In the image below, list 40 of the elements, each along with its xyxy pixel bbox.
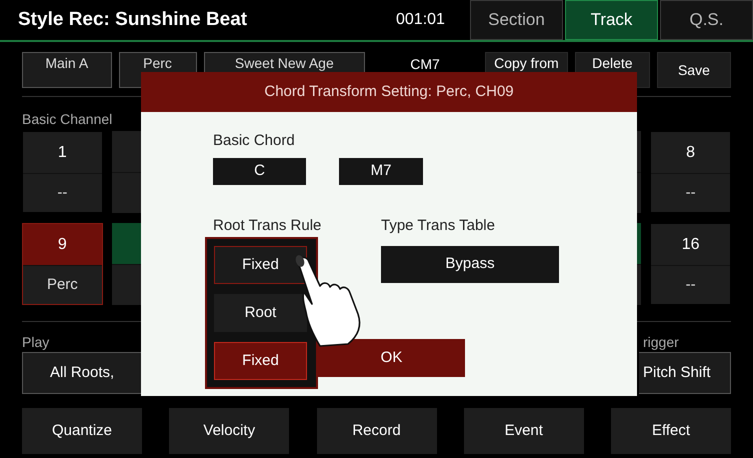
function-button[interactable]: Effect bbox=[611, 408, 731, 454]
screen-title: Style Rec: Sunshine Beat bbox=[18, 8, 248, 32]
section-label: Basic Channel bbox=[21, 110, 114, 127]
tab[interactable]: Q.S. bbox=[660, 0, 753, 40]
field-label: Root Trans Rule bbox=[213, 216, 322, 233]
dropdown-option[interactable]: Fixed bbox=[214, 342, 307, 380]
channel-number: 16 bbox=[651, 224, 730, 265]
channel-name: -- bbox=[23, 173, 102, 212]
tab[interactable]: Section bbox=[470, 0, 563, 40]
channel-cell[interactable]: 9 Perc bbox=[22, 223, 103, 305]
dropdown-current[interactable]: Fixed bbox=[214, 246, 307, 284]
function-button[interactable]: Velocity bbox=[169, 408, 290, 454]
tab[interactable]: Track bbox=[565, 0, 658, 40]
field-label: Basic Chord bbox=[213, 131, 296, 148]
channel-name: -- bbox=[651, 265, 730, 304]
channel-cell[interactable]: 8 -- bbox=[650, 131, 731, 213]
channel-cell[interactable]: 1 -- bbox=[22, 131, 103, 213]
trigger-selector[interactable]: Pitch Shift bbox=[639, 352, 731, 394]
channel-name: -- bbox=[651, 173, 730, 212]
channel-cell[interactable]: 16 -- bbox=[650, 223, 731, 305]
toolbar-button[interactable]: Save bbox=[656, 52, 731, 88]
function-button[interactable]: Event bbox=[464, 408, 584, 454]
chord-label: CM7 bbox=[409, 55, 441, 74]
position-counter: 001:01 bbox=[396, 10, 446, 30]
function-button[interactable]: Record bbox=[316, 408, 436, 454]
channel-number: 8 bbox=[651, 132, 730, 173]
table-selector[interactable]: Bypass bbox=[381, 246, 559, 283]
dropdown-option[interactable]: Root bbox=[214, 294, 307, 332]
channel-name: Perc bbox=[23, 265, 102, 304]
channel-number: 1 bbox=[23, 132, 102, 173]
chord-selector[interactable]: M7 bbox=[339, 158, 423, 185]
toolbar-button[interactable]: Main A bbox=[22, 52, 112, 88]
field-label: Play bbox=[22, 333, 50, 352]
ok-button[interactable]: OK bbox=[318, 339, 465, 377]
dialog-title: Chord Transform Setting: Perc, CH09 bbox=[141, 72, 637, 112]
field-label: Type Trans Table bbox=[381, 216, 496, 233]
channel-number: 9 bbox=[23, 224, 102, 265]
field-label: rigger bbox=[642, 333, 680, 352]
function-button[interactable]: Quantize bbox=[22, 408, 142, 454]
chord-selector[interactable]: C bbox=[213, 158, 306, 185]
